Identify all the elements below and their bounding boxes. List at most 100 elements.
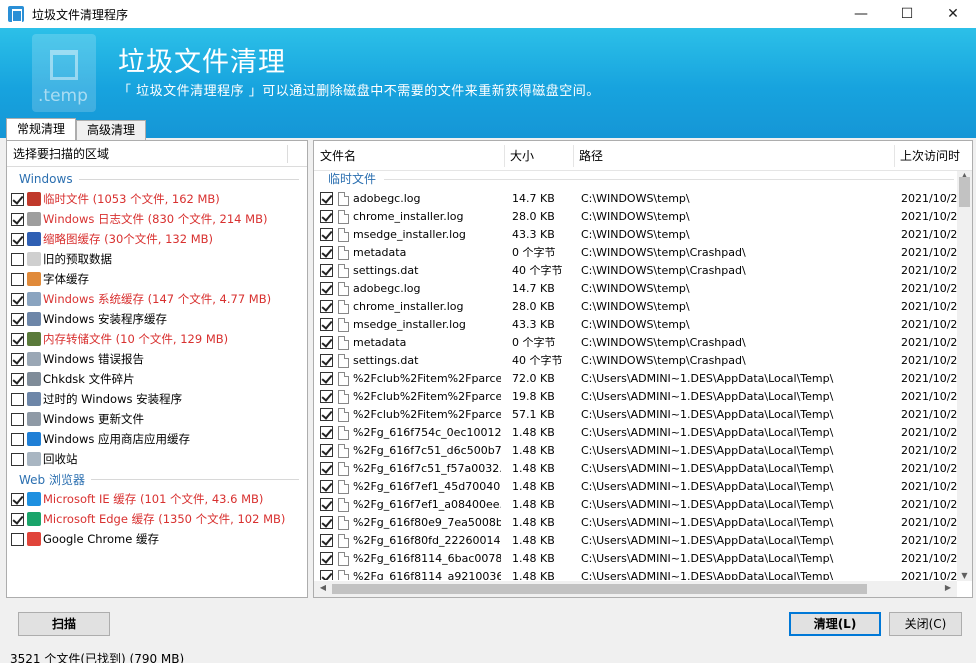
scan-area-item[interactable]: 内存转储文件 (10 个文件, 129 MB) (7, 329, 307, 349)
table-row[interactable]: %2Fg_616f7c51_f57a0032... 1.48 KB C:\Users… (314, 460, 958, 478)
table-row[interactable]: %2Fg_616f80e9_7ea5008b... 1.48 KB C:\Users… (314, 514, 958, 532)
checkbox[interactable] (320, 462, 333, 475)
checkbox[interactable] (320, 516, 333, 529)
scan-area-item[interactable]: 过时的 Windows 安装程序 (7, 389, 307, 409)
checkbox[interactable] (320, 210, 333, 223)
checkbox[interactable] (320, 192, 333, 205)
checkbox[interactable] (320, 444, 333, 457)
scan-area-item[interactable]: 回收站 (7, 449, 307, 469)
vertical-scrollbar[interactable]: ▲ ▼ (957, 171, 972, 581)
vertical-scroll-thumb[interactable] (959, 177, 970, 207)
checkbox[interactable] (320, 300, 333, 313)
scan-area-item[interactable]: Chkdsk 文件碎片 (7, 369, 307, 389)
table-row[interactable]: msedge_installer.log 43.3 KB C:\WINDOWS\te… (314, 316, 958, 334)
close-button[interactable]: 关闭(C) (889, 612, 962, 636)
scan-area-item[interactable]: Windows 应用商店应用缓存 (7, 429, 307, 449)
close-window-button[interactable]: ✕ (930, 0, 976, 28)
checkbox[interactable] (320, 390, 333, 403)
checkbox[interactable] (11, 232, 24, 246)
checkbox[interactable] (320, 498, 333, 511)
cell-file-size: 1.48 KB (512, 498, 555, 511)
column-size-header[interactable]: 大小 (504, 141, 534, 171)
checkbox[interactable] (11, 252, 24, 266)
minimize-button[interactable]: — (838, 0, 884, 28)
table-row[interactable]: settings.dat 40 个字节 C:\WINDOWS\temp\Crashp… (314, 352, 958, 370)
checkbox[interactable] (320, 480, 333, 493)
scan-area-item[interactable]: Windows 错误报告 (7, 349, 307, 369)
checkbox[interactable] (320, 336, 333, 349)
tab-advanced-clean[interactable]: 高级清理 (76, 120, 147, 140)
checkbox[interactable] (320, 318, 333, 331)
checkbox[interactable] (11, 432, 24, 446)
column-date-header[interactable]: 上次访问时 (894, 141, 960, 171)
table-row[interactable]: %2Fg_616f7ef1_45d70040... 1.48 KB C:\Users… (314, 478, 958, 496)
checkbox[interactable] (11, 452, 24, 466)
clean-button[interactable]: 清理(L) (789, 612, 881, 636)
checkbox[interactable] (11, 372, 24, 386)
checkbox[interactable] (11, 532, 24, 546)
horizontal-scroll-thumb[interactable] (332, 584, 867, 594)
scan-area-item[interactable]: Microsoft Edge 缓存 (1350 个文件, 102 MB) (7, 509, 307, 529)
cell-file-path: C:\WINDOWS\temp\ (581, 228, 690, 241)
scan-area-item-label: 过时的 Windows 安装程序 (43, 392, 183, 406)
table-row[interactable]: msedge_installer.log 43.3 KB C:\WINDOWS\te… (314, 226, 958, 244)
checkbox[interactable] (320, 552, 333, 565)
checkbox[interactable] (11, 292, 24, 306)
table-row[interactable]: chrome_installer.log 28.0 KB C:\WINDOWS\te… (314, 208, 958, 226)
table-row[interactable]: adobegc.log 14.7 KB C:\WINDOWS\temp\ 2021/1… (314, 190, 958, 208)
table-row[interactable]: settings.dat 40 个字节 C:\WINDOWS\temp\Crashp… (314, 262, 958, 280)
checkbox[interactable] (320, 354, 333, 367)
table-row[interactable]: %2Fclub%2Fitem%2Fparce... 72.0 KB C:\Users… (314, 370, 958, 388)
table-row[interactable]: %2Fclub%2Fitem%2Fparce... 57.1 KB C:\Users… (314, 406, 958, 424)
scan-area-item[interactable]: 字体缓存 (7, 269, 307, 289)
checkbox[interactable] (11, 512, 24, 526)
table-row[interactable]: %2Fg_616f8114_6bac0078... 1.48 KB C:\Users… (314, 550, 958, 568)
horizontal-scrollbar[interactable]: ◀ ▶ (314, 581, 957, 597)
tab-general-clean[interactable]: 常规清理 (6, 118, 77, 140)
table-row[interactable]: %2Fg_616f7c51_d6c500b7... 1.48 KB C:\Users… (314, 442, 958, 460)
checkbox[interactable] (11, 312, 24, 326)
table-row[interactable]: %2Fclub%2Fitem%2Fparce... 19.8 KB C:\Users… (314, 388, 958, 406)
scan-area-item[interactable]: Google Chrome 缓存 (7, 529, 307, 549)
table-row[interactable]: metadata 0 个字节 C:\WINDOWS\temp\Crashpad\ 20… (314, 244, 958, 262)
checkbox[interactable] (320, 282, 333, 295)
table-row[interactable]: %2Fg_616f754c_0ec10012... 1.48 KB C:\Users… (314, 424, 958, 442)
scan-area-item[interactable]: 临时文件 (1053 个文件, 162 MB) (7, 189, 307, 209)
scroll-down-arrow-icon[interactable]: ▼ (957, 571, 972, 581)
table-row[interactable]: %2Fg_616f80fd_22260014... 1.48 KB C:\Users… (314, 532, 958, 550)
checkbox[interactable] (320, 426, 333, 439)
table-row[interactable]: %2Fg_616f8114_a9210036... 1.48 KB C:\Users… (314, 568, 958, 580)
checkbox[interactable] (320, 372, 333, 385)
column-name-header[interactable]: 文件名 (314, 141, 356, 171)
checkbox[interactable] (320, 228, 333, 241)
checkbox[interactable] (11, 392, 24, 406)
table-row[interactable]: metadata 0 个字节 C:\WINDOWS\temp\Crashpad\ 20… (314, 334, 958, 352)
column-path-header[interactable]: 路径 (573, 141, 603, 171)
checkbox[interactable] (320, 570, 333, 580)
scan-area-item[interactable]: 旧的预取数据 (7, 249, 307, 269)
table-row[interactable]: chrome_installer.log 28.0 KB C:\WINDOWS\te… (314, 298, 958, 316)
checkbox[interactable] (320, 264, 333, 277)
checkbox[interactable] (11, 352, 24, 366)
checkbox[interactable] (320, 408, 333, 421)
table-row[interactable]: adobegc.log 14.7 KB C:\WINDOWS\temp\ 2021/1… (314, 280, 958, 298)
scan-area-item[interactable]: Windows 日志文件 (830 个文件, 214 MB) (7, 209, 307, 229)
scan-area-item[interactable]: 缩略图缓存 (30个文件, 132 MB) (7, 229, 307, 249)
checkbox[interactable] (11, 412, 24, 426)
maximize-button[interactable]: ☐ (884, 0, 930, 28)
scroll-left-arrow-icon[interactable]: ◀ (316, 583, 330, 592)
table-row[interactable]: %2Fg_616f7ef1_a08400ee... 1.48 KB C:\Users… (314, 496, 958, 514)
checkbox[interactable] (11, 332, 24, 346)
checkbox[interactable] (11, 192, 24, 206)
scan-area-item[interactable]: Microsoft IE 缓存 (101 个文件, 43.6 MB) (7, 489, 307, 509)
checkbox[interactable] (11, 212, 24, 226)
scan-area-item[interactable]: Windows 更新文件 (7, 409, 307, 429)
checkbox[interactable] (11, 272, 24, 286)
scan-area-item[interactable]: Windows 安装程序缓存 (7, 309, 307, 329)
checkbox[interactable] (11, 492, 24, 506)
scan-button[interactable]: 扫描 (18, 612, 110, 636)
checkbox[interactable] (320, 246, 333, 259)
checkbox[interactable] (320, 534, 333, 547)
scroll-right-arrow-icon[interactable]: ▶ (941, 583, 955, 592)
scan-area-item[interactable]: Windows 系统缓存 (147 个文件, 4.77 MB) (7, 289, 307, 309)
